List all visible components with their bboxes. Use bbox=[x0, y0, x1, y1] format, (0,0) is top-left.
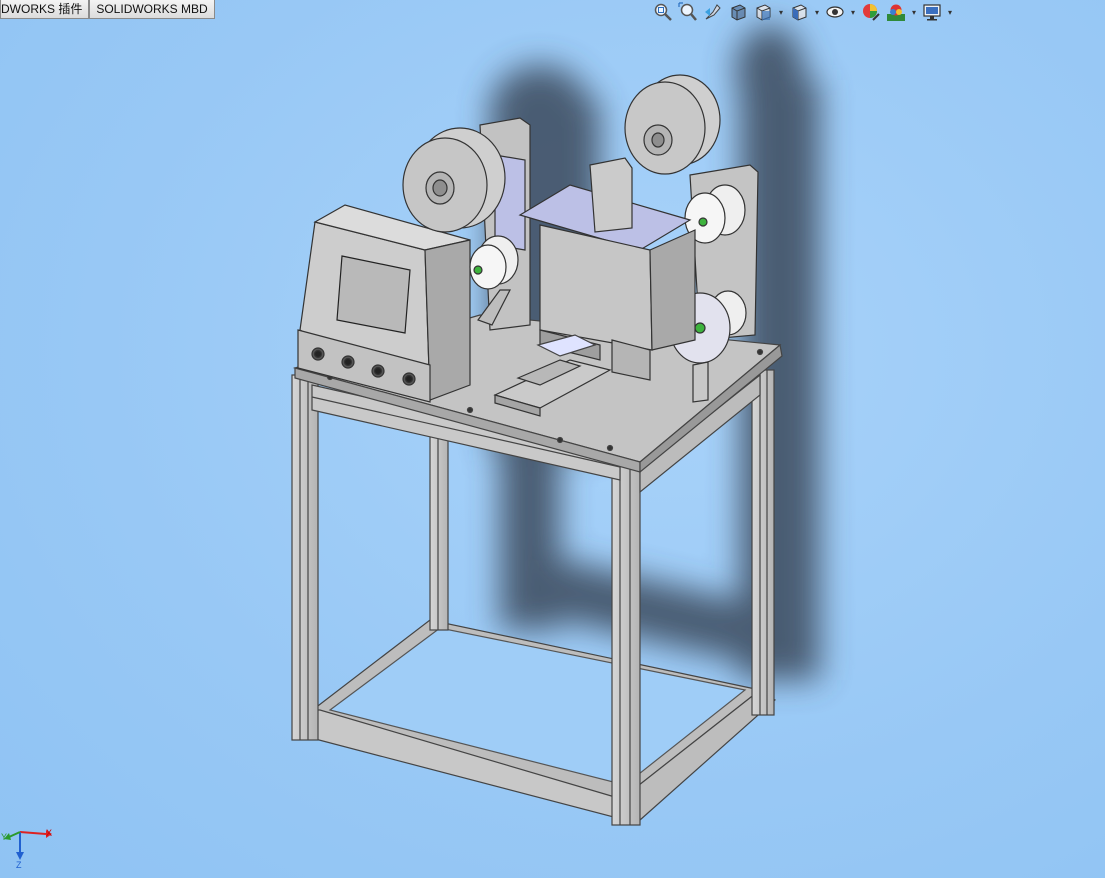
triad-y-label: Y bbox=[1, 832, 8, 842]
triad-x-label: X bbox=[46, 828, 53, 838]
model-3d-view[interactable] bbox=[0, 0, 1105, 878]
control-box bbox=[297, 204, 471, 403]
graphics-area[interactable]: DWORKS 插件 SOLIDWORKS MBD ▾ ▾ ▾ ▾ ▾ X Y Z bbox=[0, 0, 1105, 878]
triad-z-label: Z bbox=[16, 860, 22, 870]
